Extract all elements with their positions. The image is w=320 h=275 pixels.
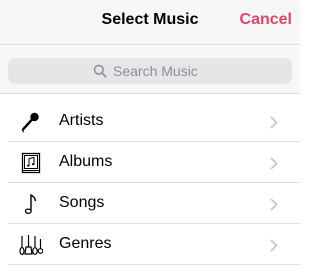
list-item-albums[interactable]: Albums xyxy=(0,142,300,183)
list-item-genres[interactable]: Genres xyxy=(0,224,300,265)
music-category-list: Artists Albums Songs Genres xyxy=(0,101,300,265)
chevron-right-icon xyxy=(270,239,278,252)
list-item-songs[interactable]: Songs xyxy=(0,183,300,224)
select-music-screen: Select Music Cancel Artists xyxy=(0,0,300,275)
list-item-label: Albums xyxy=(59,153,113,170)
search-input[interactable] xyxy=(113,63,207,79)
instruments-icon xyxy=(19,235,43,256)
row-separator xyxy=(8,264,300,265)
list-item-label: Genres xyxy=(59,235,112,252)
cancel-button[interactable]: Cancel xyxy=(240,11,292,29)
chevron-right-icon xyxy=(270,116,278,129)
album-icon xyxy=(21,152,41,174)
list-item-label: Artists xyxy=(59,112,104,129)
chevron-right-icon xyxy=(270,198,278,211)
chevron-right-icon xyxy=(270,157,278,170)
list-item-artists[interactable]: Artists xyxy=(0,101,300,142)
navigation-bar: Select Music Cancel xyxy=(0,0,300,45)
list-item-label: Songs xyxy=(59,194,105,211)
microphone-icon xyxy=(21,112,39,133)
search-bar-container xyxy=(0,46,300,94)
search-icon xyxy=(93,64,107,78)
music-note-icon xyxy=(24,193,37,214)
search-field[interactable] xyxy=(8,58,292,84)
